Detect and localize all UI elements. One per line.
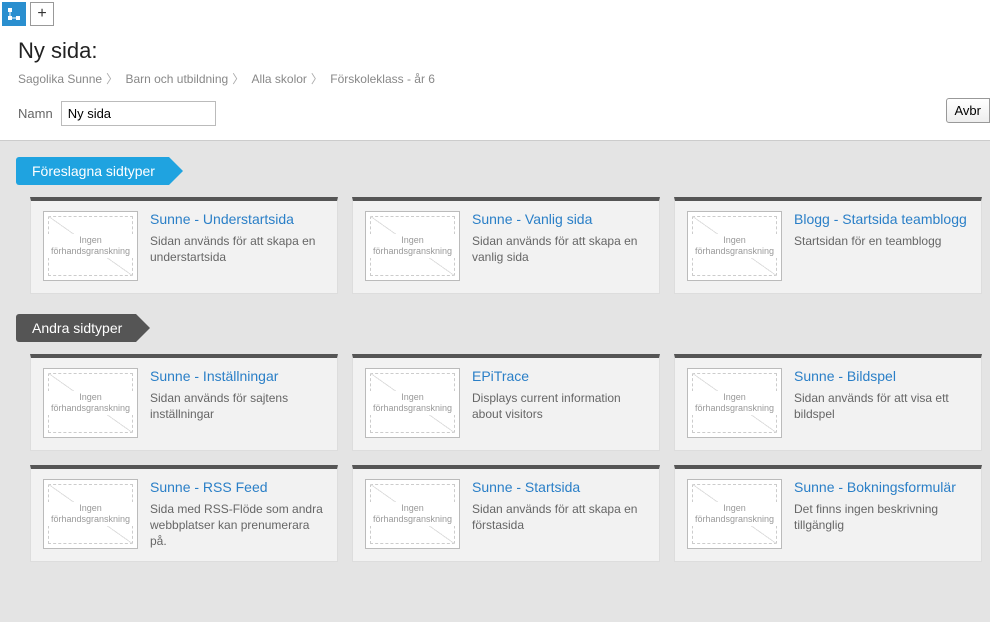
card-title: Sunne - Bokningsformulär <box>794 479 969 497</box>
thumbnail-placeholder: Ingen förhandsgranskning <box>43 368 138 438</box>
thumbnail-placeholder: Ingen förhandsgranskning <box>687 479 782 549</box>
card-desc: Displays current information about visit… <box>472 390 647 422</box>
card-title: Sunne - Vanlig sida <box>472 211 647 229</box>
card-title: Sunne - RSS Feed <box>150 479 325 497</box>
pagetype-card[interactable]: Ingen förhandsgranskning Sunne - Startsi… <box>352 465 660 562</box>
name-input[interactable] <box>61 101 216 126</box>
card-title: Sunne - Bildspel <box>794 368 969 386</box>
pagetype-card[interactable]: Ingen förhandsgranskning Sunne - Inställ… <box>30 354 338 451</box>
section-header-other: Andra sidtyper <box>16 314 136 342</box>
thumbnail-placeholder: Ingen förhandsgranskning <box>365 368 460 438</box>
breadcrumb-item[interactable]: Förskoleklass - år 6 <box>330 72 435 86</box>
card-desc: Sidan används för sajtens inställningar <box>150 390 325 422</box>
tree-icon[interactable] <box>2 2 26 26</box>
breadcrumb-item[interactable]: Alla skolor <box>252 72 307 86</box>
top-toolbar: + <box>0 0 990 28</box>
card-title: Sunne - Inställningar <box>150 368 325 386</box>
section-header-suggested: Föreslagna sidtyper <box>16 157 169 185</box>
card-title: Blogg - Startsida teamblogg <box>794 211 969 229</box>
content-area: Föreslagna sidtyper Ingen förhandsgransk… <box>0 141 990 622</box>
header: Ny sida: Sagolika Sunne〉 Barn och utbild… <box>0 28 990 141</box>
thumbnail-placeholder: Ingen förhandsgranskning <box>365 211 460 281</box>
pagetype-card[interactable]: Ingen förhandsgranskning Blogg - Startsi… <box>674 197 982 294</box>
breadcrumb-item[interactable]: Sagolika Sunne <box>18 72 102 86</box>
thumbnail-placeholder: Ingen förhandsgranskning <box>43 211 138 281</box>
card-desc: Sidan används för att visa ett bildspel <box>794 390 969 422</box>
pagetype-card[interactable]: Ingen förhandsgranskning Sunne - Bildspe… <box>674 354 982 451</box>
cancel-button[interactable]: Avbr <box>946 98 990 123</box>
card-title: Sunne - Startsida <box>472 479 647 497</box>
pagetype-card[interactable]: Ingen förhandsgranskning Sunne - Underst… <box>30 197 338 294</box>
card-desc: Sida med RSS-Flöde som andra webbplatser… <box>150 501 325 550</box>
breadcrumb-item[interactable]: Barn och utbildning <box>125 72 228 86</box>
pagetype-card[interactable]: Ingen förhandsgranskning Sunne - Vanlig … <box>352 197 660 294</box>
other-grid: Ingen förhandsgranskning Sunne - Inställ… <box>0 354 990 582</box>
card-desc: Sidan används för att skapa en förstasid… <box>472 501 647 533</box>
name-label: Namn <box>18 106 53 121</box>
breadcrumb: Sagolika Sunne〉 Barn och utbildning〉 All… <box>18 70 972 87</box>
pagetype-card[interactable]: Ingen förhandsgranskning EPiTrace Displa… <box>352 354 660 451</box>
card-desc: Det finns ingen beskrivning tillgänglig <box>794 501 969 533</box>
pagetype-card[interactable]: Ingen förhandsgranskning Sunne - RSS Fee… <box>30 465 338 562</box>
thumbnail-placeholder: Ingen förhandsgranskning <box>43 479 138 549</box>
thumbnail-placeholder: Ingen förhandsgranskning <box>687 368 782 438</box>
thumbnail-placeholder: Ingen förhandsgranskning <box>365 479 460 549</box>
page-title: Ny sida: <box>18 38 972 64</box>
card-title: Sunne - Understartsida <box>150 211 325 229</box>
card-title: EPiTrace <box>472 368 647 386</box>
thumbnail-placeholder: Ingen förhandsgranskning <box>687 211 782 281</box>
pagetype-card[interactable]: Ingen förhandsgranskning Sunne - Bokning… <box>674 465 982 562</box>
card-desc: Startsidan för en teamblogg <box>794 233 969 249</box>
suggested-grid: Ingen förhandsgranskning Sunne - Underst… <box>0 197 990 314</box>
card-desc: Sidan används för att skapa en understar… <box>150 233 325 265</box>
add-button[interactable]: + <box>30 2 54 26</box>
card-desc: Sidan används för att skapa en vanlig si… <box>472 233 647 265</box>
